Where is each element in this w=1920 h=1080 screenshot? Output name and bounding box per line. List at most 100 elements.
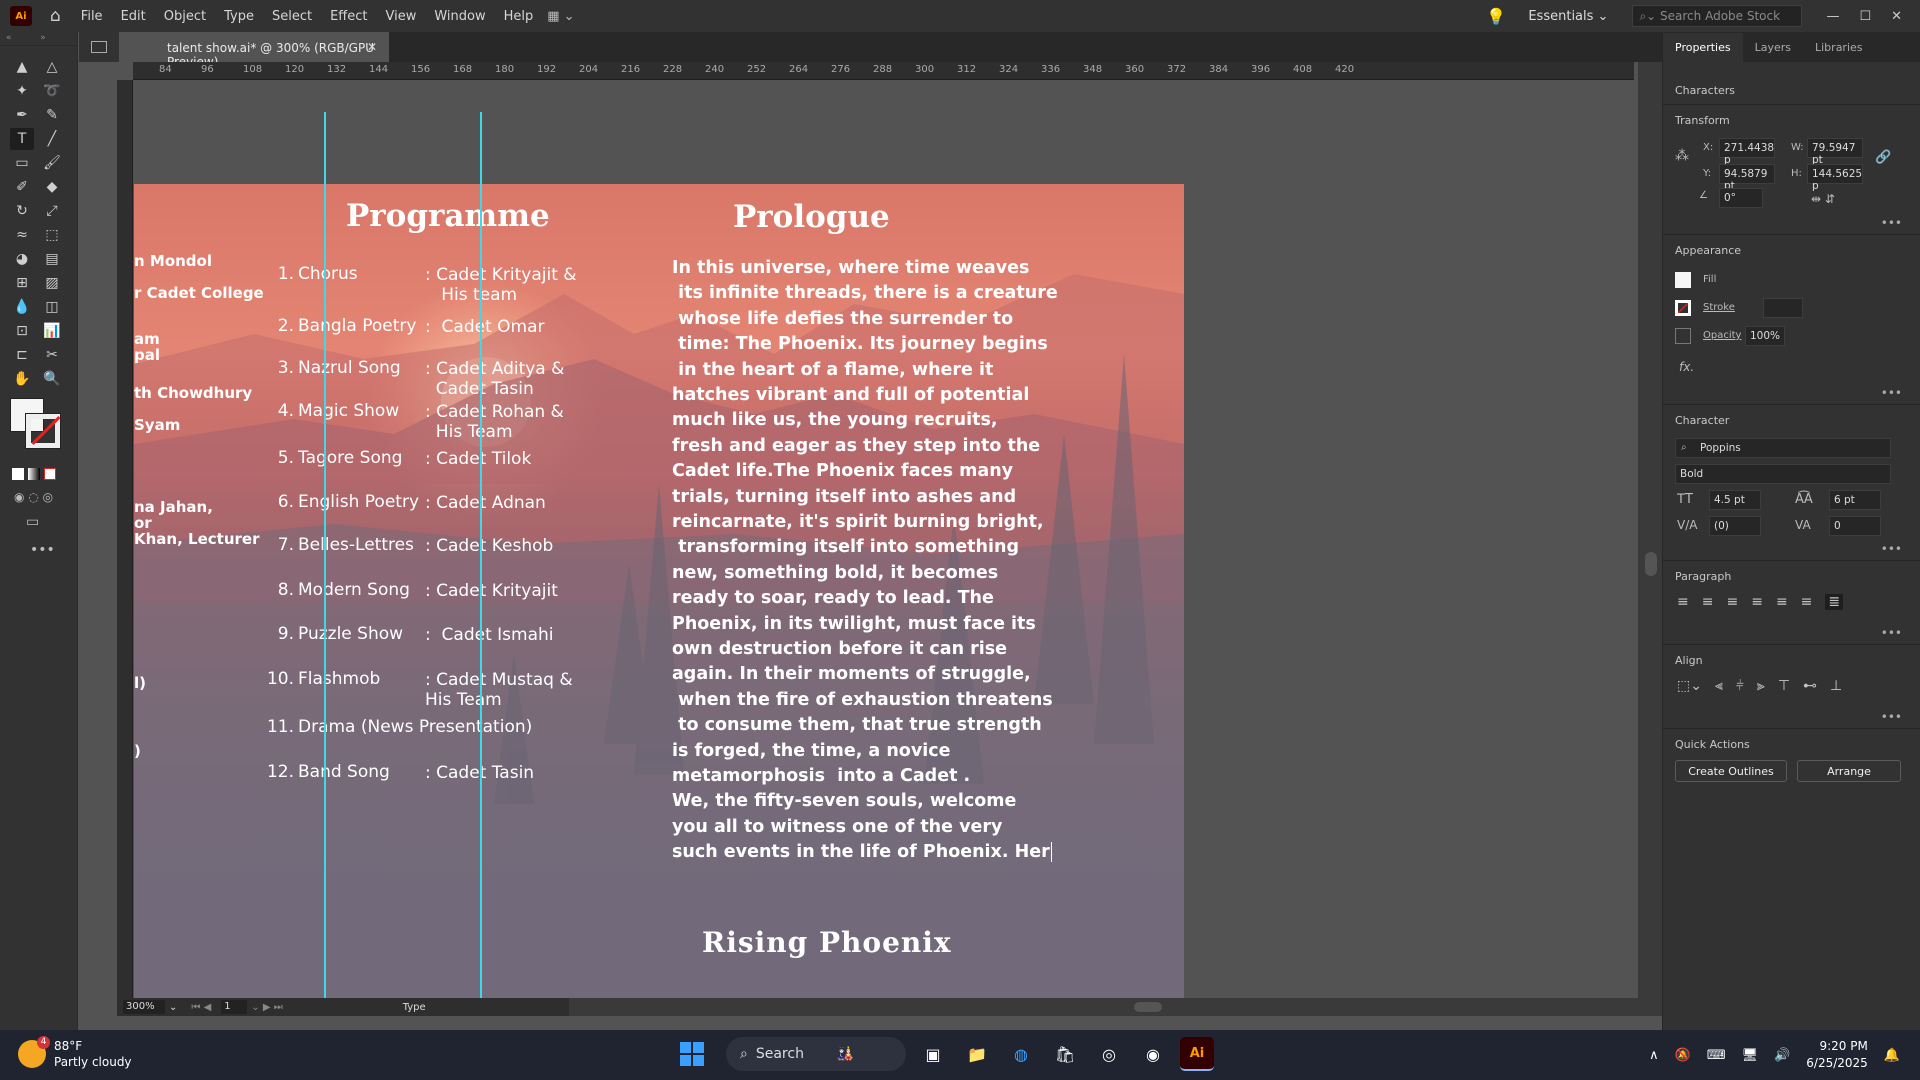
programme-item-number[interactable]: 10. — [260, 669, 294, 689]
programme-item-number[interactable]: 5. — [260, 448, 294, 468]
blend-tool-icon[interactable]: ◫ — [40, 296, 64, 318]
programme-item-performer[interactable]: : Cadet Aditya & Cadet Tasin — [425, 359, 564, 399]
opacity-field[interactable]: 100% — [1745, 326, 1785, 346]
stroke-label[interactable]: Stroke — [1703, 302, 1735, 313]
menu-object[interactable]: Object — [164, 9, 206, 24]
programme-item-number[interactable]: 1. — [260, 264, 294, 284]
horizontal-ruler[interactable]: 84 96 108 120 132 144 156 168 180 192 204 216 228 240… — [133, 62, 1634, 80]
paintbrush-tool-icon[interactable]: 🖌 — [40, 152, 64, 174]
prologue-line[interactable]: such events in the life of Phoenix. Her — [672, 840, 1052, 865]
file-explorer-icon[interactable]: 📁 — [960, 1037, 994, 1071]
menu-file[interactable]: File — [81, 9, 103, 24]
prologue-line[interactable]: Cadet life.The Phoenix faces many — [672, 459, 1013, 484]
x-position-field[interactable]: 271.4438 p — [1719, 138, 1775, 166]
programme-item-title[interactable]: Chorus — [298, 264, 358, 284]
zoom-level-field[interactable]: 300% — [123, 1000, 165, 1014]
programme-item-title[interactable]: English Poetry — [298, 492, 419, 512]
rotate-angle-field[interactable]: 0° — [1719, 188, 1763, 208]
left-fragment-text[interactable]: l) — [134, 674, 146, 692]
programme-item-number[interactable]: 11. — [260, 717, 294, 737]
align-more-icon[interactable]: ••• — [1881, 710, 1902, 724]
menu-select[interactable]: Select — [272, 9, 312, 24]
volume-icon[interactable]: 🔊 — [1774, 1048, 1790, 1063]
prologue-line[interactable]: to consume them, that true strength — [672, 713, 1042, 738]
prologue-line[interactable]: you all to witness one of the very — [672, 815, 1002, 840]
canvas-area[interactable]: talent show.ai* @ 300% (RGB/GPU Preview)… — [79, 32, 1662, 1030]
chrome-icon[interactable]: ◎ — [1092, 1037, 1126, 1071]
programme-item-number[interactable]: 9. — [260, 624, 294, 644]
eyedropper-tool-icon[interactable]: 💧 — [10, 296, 34, 318]
paragraph-more-icon[interactable]: ••• — [1881, 626, 1902, 640]
column-graph-tool-icon[interactable]: 📊 — [40, 320, 64, 342]
left-fragment-text[interactable]: Syam — [134, 416, 180, 434]
prologue-line[interactable]: in the heart of a flame, where it — [672, 358, 993, 383]
weather-widget[interactable]: 4 88°F Partly cloudy — [18, 1036, 132, 1070]
y-position-field[interactable]: 94.5879 pt — [1719, 164, 1775, 192]
prologue-line[interactable]: metamorphosis into a Cadet . — [672, 764, 970, 789]
artboard-tool-icon[interactable]: ⊏ — [10, 344, 34, 366]
font-style-field[interactable]: Bold — [1675, 464, 1891, 484]
screen-mode-icon[interactable]: ▭ — [26, 514, 77, 530]
prologue-line[interactable]: We, the fifty-seven souls, welcome — [672, 789, 1016, 814]
eraser-tool-icon[interactable]: ◆ — [40, 176, 64, 198]
panel-collapse-icon[interactable]: « » — [0, 32, 77, 46]
menu-type[interactable]: Type — [224, 9, 254, 24]
programme-item-number[interactable]: 12. — [260, 762, 294, 782]
menu-window[interactable]: Window — [434, 9, 485, 24]
height-field[interactable]: 144.5625 p — [1807, 164, 1863, 192]
prologue-line[interactable]: when the fire of exhaustion threatens — [672, 688, 1053, 713]
tracking-field[interactable]: 0 — [1829, 516, 1881, 536]
justify-all-icon[interactable]: ≣ — [1825, 594, 1844, 610]
programme-item-number[interactable]: 8. — [260, 580, 294, 600]
rising-phoenix-signature[interactable]: Rising Phoenix — [702, 926, 952, 959]
line-tool-icon[interactable]: ╱ — [40, 128, 64, 150]
vertical-align-top-icon[interactable]: ⊤ — [1778, 678, 1790, 694]
network-icon[interactable]: 🖥 — [1742, 1048, 1759, 1063]
shaper-tool-icon[interactable]: ✐ — [10, 176, 34, 198]
effects-fx-icon[interactable]: fx. — [1679, 360, 1694, 374]
lasso-tool-icon[interactable]: ➰ — [40, 80, 64, 102]
programme-heading[interactable]: Programme — [346, 198, 550, 234]
system-clock[interactable]: 9:20 PM 6/25/2025 — [1806, 1038, 1868, 1072]
programme-item-title[interactable]: Bangla Poetry — [298, 316, 416, 336]
programme-item-performer[interactable]: : Cadet Mustaq & His Team — [425, 670, 573, 710]
zoom-tool-icon[interactable]: 🔍 — [40, 368, 64, 390]
maximize-button[interactable]: ☐ — [1859, 9, 1871, 24]
programme-item-performer[interactable]: : Cadet Tilok — [425, 449, 531, 469]
align-right-icon[interactable]: ≡ — [1726, 594, 1738, 610]
programme-item-title[interactable]: Belles-Lettres — [298, 535, 414, 555]
color-icon[interactable] — [12, 468, 24, 480]
prologue-line[interactable]: its infinite threads, there is a creatur… — [672, 281, 1058, 306]
discover-bulb-icon[interactable]: 💡 — [1486, 7, 1506, 26]
pen-tool-icon[interactable]: ✒ — [10, 104, 34, 126]
prologue-line[interactable]: own destruction before it can rise — [672, 637, 1007, 662]
font-size-field[interactable]: 4.5 pt — [1709, 490, 1761, 510]
prologue-line[interactable]: In this universe, where time weaves — [672, 256, 1029, 281]
magic-wand-tool-icon[interactable]: ✦ — [10, 80, 34, 102]
vertical-align-center-icon[interactable]: ⊷ — [1803, 678, 1817, 694]
prologue-line[interactable]: whose life defies the surrender to — [672, 307, 1013, 332]
fill-color-swatch[interactable] — [1675, 272, 1691, 288]
justify-left-icon[interactable]: ≡ — [1751, 594, 1763, 610]
menu-help[interactable]: Help — [504, 9, 534, 24]
horizontal-align-right-icon[interactable]: ⫸ — [1757, 678, 1765, 694]
programme-item-title[interactable]: Tagore Song — [298, 448, 402, 468]
width-field[interactable]: 79.5947 pt — [1807, 138, 1863, 166]
programme-item-performer[interactable]: : Cadet Omar — [425, 317, 545, 337]
prologue-line[interactable]: new, something bold, it becomes — [672, 561, 998, 586]
character-more-icon[interactable]: ••• — [1881, 542, 1902, 556]
vertical-scrollbar[interactable] — [1638, 62, 1662, 1016]
programme-item-performer[interactable]: : Cadet Krityajit & His team — [425, 265, 577, 305]
rectangle-tool-icon[interactable]: ▭ — [10, 152, 34, 174]
programme-item-title[interactable]: Flashmob — [298, 669, 380, 689]
perspective-grid-tool-icon[interactable]: ▤ — [40, 248, 64, 270]
artboard-nav-icons[interactable]: ⏮ ◀ — [191, 1002, 211, 1013]
keyboard-icon[interactable]: ⌨ — [1707, 1048, 1726, 1063]
programme-item-title[interactable]: Modern Song — [298, 580, 410, 600]
appearance-more-icon[interactable]: ••• — [1881, 386, 1902, 400]
shape-builder-tool-icon[interactable]: ◕ — [10, 248, 34, 270]
illustrator-taskbar-icon[interactable]: Ai — [1180, 1037, 1214, 1071]
programme-item-number[interactable]: 3. — [260, 358, 294, 378]
close-tab-icon[interactable]: ✕ — [367, 40, 377, 54]
curvature-tool-icon[interactable]: ✎ — [40, 104, 64, 126]
